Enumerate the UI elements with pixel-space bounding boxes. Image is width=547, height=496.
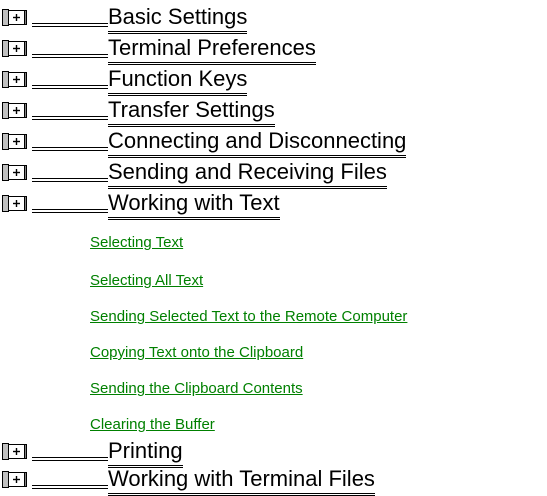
closed-book-plus-icon	[2, 443, 27, 460]
book-printing-row[interactable]: Printing	[2, 439, 542, 468]
closed-book-plus-icon	[2, 9, 27, 26]
topic-link-selecting-text[interactable]: Selecting Text	[90, 234, 183, 252]
tree-connector	[32, 209, 108, 213]
book-transfer-settings[interactable]: Transfer Settings	[2, 98, 542, 127]
book-title[interactable]: Working with Text	[108, 191, 280, 220]
tree-connector	[32, 54, 108, 58]
closed-book-plus-icon	[2, 195, 27, 212]
topic-link-clearing-buffer[interactable]: Clearing the Buffer	[90, 416, 215, 434]
closed-book-plus-icon	[2, 471, 27, 488]
book-sending-and-receiving-files[interactable]: Sending and Receiving Files	[2, 160, 542, 189]
book-title[interactable]: Connecting and Disconnecting	[108, 129, 407, 158]
closed-book-plus-icon	[2, 102, 27, 119]
closed-book-plus-icon	[2, 133, 27, 150]
tree-connector	[32, 116, 108, 120]
closed-book-plus-icon	[2, 71, 27, 88]
help-contents-tree: Basic Settings Terminal Preferences Func…	[0, 0, 547, 495]
book-title[interactable]: Printing	[108, 439, 183, 468]
book-terminal-preferences[interactable]: Terminal Preferences	[2, 36, 542, 65]
book-title[interactable]: Terminal Preferences	[108, 36, 316, 65]
book-title[interactable]: Working with Terminal Files	[108, 467, 375, 496]
book-connecting-and-disconnecting[interactable]: Connecting and Disconnecting	[2, 129, 542, 158]
tree-connector	[32, 457, 108, 461]
book-title[interactable]: Transfer Settings	[108, 98, 275, 127]
book-title[interactable]: Sending and Receiving Files	[108, 160, 387, 189]
tree-connector	[32, 147, 108, 151]
topic-link-copying-text-clipboard[interactable]: Copying Text onto the Clipboard	[90, 344, 303, 362]
tree-connector	[32, 23, 108, 27]
tree-connector	[32, 178, 108, 182]
topic-link-selecting-all-text[interactable]: Selecting All Text	[90, 272, 203, 290]
tree-connector	[32, 85, 108, 89]
book-basic-settings[interactable]: Basic Settings	[2, 5, 542, 34]
book-function-keys[interactable]: Function Keys	[2, 67, 542, 96]
closed-book-plus-icon	[2, 164, 27, 181]
book-working-with-terminal-files[interactable]: Working with Terminal Files	[2, 467, 542, 496]
topic-link-sending-selected-text[interactable]: Sending Selected Text to the Remote Comp…	[90, 308, 407, 326]
closed-book-plus-icon	[2, 40, 27, 57]
book-title[interactable]: Basic Settings	[108, 5, 248, 34]
topic-link-sending-clipboard-contents[interactable]: Sending the Clipboard Contents	[90, 380, 303, 398]
book-working-with-text[interactable]: Working with Text	[2, 191, 542, 220]
tree-connector	[32, 485, 108, 489]
book-title[interactable]: Function Keys	[108, 67, 248, 96]
